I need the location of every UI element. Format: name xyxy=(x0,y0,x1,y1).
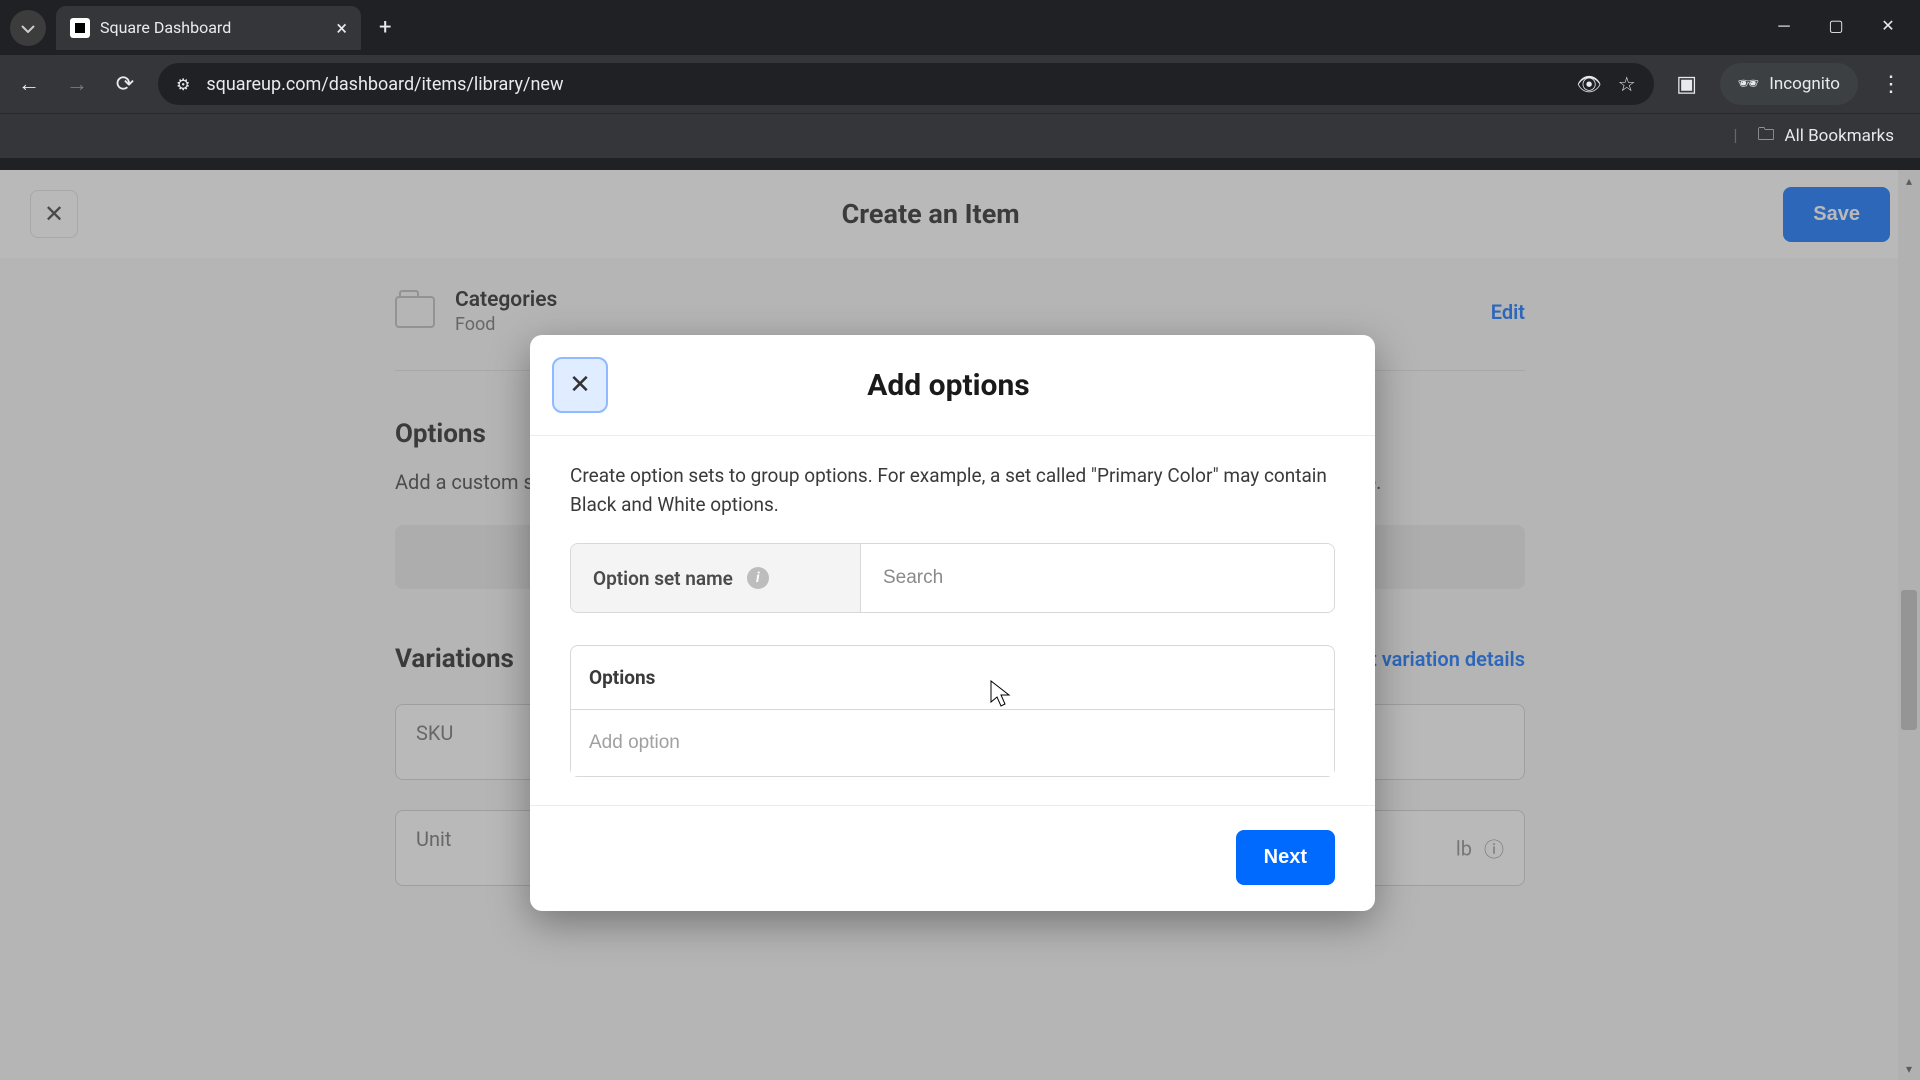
favicon-icon xyxy=(70,18,90,38)
incognito-label: Incognito xyxy=(1769,74,1840,94)
bookmark-star-icon[interactable]: ☆ xyxy=(1618,72,1636,96)
divider: | xyxy=(1733,126,1737,146)
tab-bar: Square Dashboard × + xyxy=(0,0,1920,55)
modal-description: Create option sets to group options. For… xyxy=(570,462,1335,519)
browser-tab[interactable]: Square Dashboard × xyxy=(56,6,361,50)
modal-header: ✕ Add options xyxy=(530,335,1375,436)
site-settings-icon[interactable]: ⚙ xyxy=(176,75,190,94)
kebab-menu-icon[interactable]: ⋮ xyxy=(1876,72,1906,97)
page-viewport: ✕ Create an Item Save Categories Food Ed… xyxy=(0,170,1920,1080)
back-icon[interactable]: ← xyxy=(14,71,44,97)
bookmarks-bar: | 🗀 All Bookmarks xyxy=(0,113,1920,158)
option-set-name-row: Option set name i xyxy=(570,543,1335,613)
incognito-badge[interactable]: 🕶 Incognito xyxy=(1720,63,1858,105)
modal-title: Add options xyxy=(608,368,1289,403)
option-set-name-label-cell: Option set name i xyxy=(571,544,861,612)
options-box-header: Options xyxy=(571,646,1334,710)
panel-icon[interactable]: ▣ xyxy=(1672,72,1702,97)
all-bookmarks-link[interactable]: All Bookmarks xyxy=(1785,126,1894,146)
add-options-modal: ✕ Add options Create option sets to grou… xyxy=(530,335,1375,911)
info-icon[interactable]: i xyxy=(747,567,769,589)
forward-icon[interactable]: → xyxy=(62,71,92,97)
maximize-icon[interactable]: ▢ xyxy=(1824,16,1848,36)
new-tab-button[interactable]: + xyxy=(379,15,391,40)
reload-icon[interactable]: ⟳ xyxy=(110,72,140,97)
eye-off-icon[interactable]: 👁 xyxy=(1576,72,1601,96)
url-box[interactable]: ⚙ squareup.com/dashboard/items/library/n… xyxy=(158,63,1654,105)
url-text: squareup.com/dashboard/items/library/new xyxy=(206,74,1560,95)
folder-icon: 🗀 xyxy=(1758,122,1775,151)
address-bar: ← → ⟳ ⚙ squareup.com/dashboard/items/lib… xyxy=(0,55,1920,113)
window-controls: ─ ▢ ✕ xyxy=(1762,6,1910,46)
option-set-name-label: Option set name xyxy=(593,567,733,590)
modal-footer: Next xyxy=(530,805,1375,911)
modal-close-button[interactable]: ✕ xyxy=(552,357,608,413)
incognito-icon: 🕶 xyxy=(1738,74,1760,94)
tab-close-icon[interactable]: × xyxy=(336,18,347,38)
next-button[interactable]: Next xyxy=(1236,830,1335,885)
add-option-input[interactable] xyxy=(571,710,1334,776)
close-icon[interactable]: ✕ xyxy=(1876,16,1900,36)
options-box: Options xyxy=(570,645,1335,777)
browser-chrome: Square Dashboard × + ─ ▢ ✕ ← → ⟳ ⚙ squar… xyxy=(0,0,1920,170)
modal-body: Create option sets to group options. For… xyxy=(530,436,1375,787)
minimize-icon[interactable]: ─ xyxy=(1772,16,1796,36)
tab-title: Square Dashboard xyxy=(100,18,326,37)
option-set-name-input[interactable] xyxy=(861,544,1334,612)
tab-search-icon[interactable] xyxy=(10,10,46,46)
